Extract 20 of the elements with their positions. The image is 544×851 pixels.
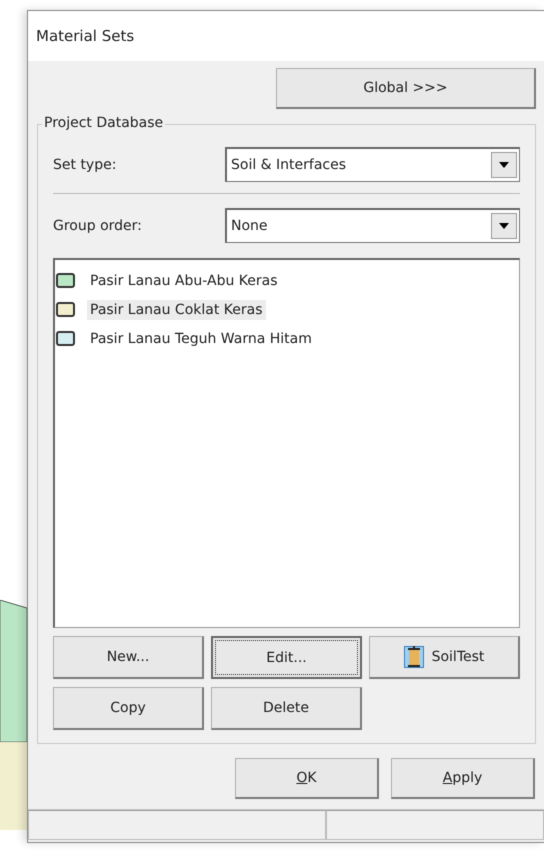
sample-cylinder-icon: [404, 646, 424, 668]
dropdown[interactable]: Soil & Interfaces: [225, 147, 520, 182]
action-button[interactable]: Copy: [53, 687, 204, 730]
field-label: Set type:: [53, 156, 116, 172]
list-item[interactable]: Pasir Lanau Teguh Warna Hitam: [87, 328, 315, 348]
dropdown[interactable]: None: [225, 208, 520, 243]
list-item[interactable]: Pasir Lanau Coklat Keras: [87, 300, 266, 320]
action-button[interactable]: Delete: [211, 687, 362, 730]
field-label: Group order:: [53, 218, 142, 234]
action-button[interactable]: New...: [53, 636, 204, 679]
dialog-button[interactable]: Apply: [391, 758, 535, 799]
window-title: Material Sets: [36, 27, 134, 45]
group-title: Project Database: [42, 115, 166, 131]
dropdown-arrow-icon: [499, 162, 509, 168]
dropdown-arrow-icon: [499, 223, 509, 229]
soiltest-button[interactable]: SoilTest: [369, 636, 520, 679]
action-button[interactable]: Edit...: [211, 636, 362, 679]
dialog-button[interactable]: OK: [235, 758, 379, 799]
global-button[interactable]: Global >>>: [276, 68, 536, 109]
list-item[interactable]: Pasir Lanau Abu-Abu Keras: [87, 270, 281, 290]
